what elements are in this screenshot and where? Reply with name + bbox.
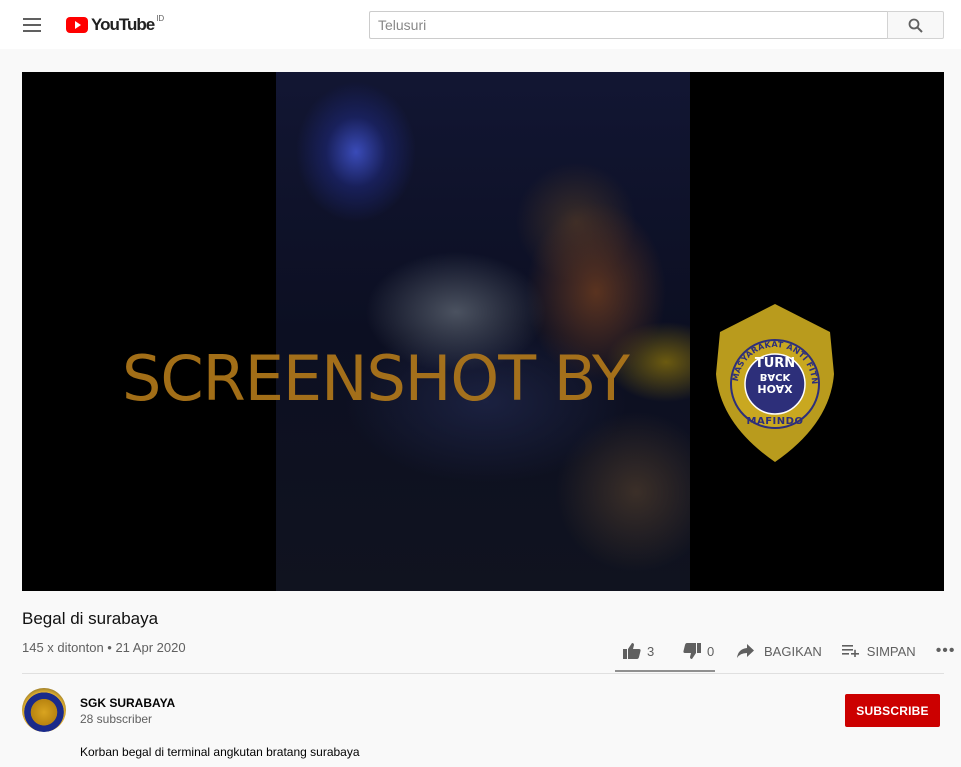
save-label: SIMPAN: [866, 643, 916, 659]
like-count: 3: [647, 643, 655, 659]
hamburger-menu-icon[interactable]: [20, 14, 44, 36]
like-sentiment-bar: [615, 670, 715, 672]
turnbackhoax-badge: MASYARAKAT ANTI FITNAH INDONESIA TURN BA…: [708, 297, 838, 462]
dislike-count: 0: [707, 643, 715, 659]
view-count-date: 145 x ditonton • 21 Apr 2020: [22, 640, 186, 655]
add-to-playlist-icon: [841, 645, 859, 657]
thumbs-down-icon: [683, 643, 701, 659]
thumbs-up-icon: [623, 643, 641, 659]
save-button[interactable]: SIMPAN: [841, 643, 916, 659]
badge-hoax: HOAX: [757, 382, 793, 395]
channel-avatar[interactable]: [22, 688, 66, 732]
badge-mafindo: MAFINDO: [746, 416, 804, 427]
country-code: ID: [156, 13, 165, 23]
action-bar: 3 0 BAGIKAN SIMPAN •••: [615, 636, 956, 666]
badge-back: BACK: [759, 371, 791, 382]
video-frame: [276, 72, 690, 591]
top-bar: YouTube ID: [0, 0, 961, 49]
share-button[interactable]: BAGIKAN: [737, 644, 822, 659]
share-label: BAGIKAN: [764, 643, 822, 659]
youtube-logo[interactable]: YouTube ID: [66, 14, 164, 36]
more-actions-icon[interactable]: •••: [936, 642, 956, 660]
dislike-button[interactable]: 0: [673, 643, 727, 659]
divider: [22, 673, 944, 674]
watermark-text: SCREENSHOT BY: [122, 342, 630, 415]
channel-name[interactable]: SGK SURABAYA: [80, 696, 175, 710]
badge-turn: TURN: [754, 356, 796, 371]
search-icon: [908, 18, 923, 33]
youtube-play-icon: [66, 17, 88, 33]
subscribe-button[interactable]: SUBSCRIBE: [845, 694, 940, 727]
like-button[interactable]: 3: [615, 643, 673, 659]
video-description: Korban begal di terminal angkutan bratan…: [80, 745, 360, 759]
search-button[interactable]: [887, 11, 944, 39]
search-input[interactable]: [369, 11, 887, 39]
badge-center-text: TURN BACK HOAX: [712, 356, 838, 395]
video-title: Begal di surabaya: [22, 609, 159, 628]
share-arrow-icon: [737, 644, 754, 658]
logo-text: YouTube: [91, 15, 155, 34]
subscriber-count: 28 subscriber: [80, 712, 153, 726]
search-bar: [369, 11, 944, 39]
video-player[interactable]: SCREENSHOT BY MASYARAKAT ANTI FITNAH IND…: [22, 72, 944, 591]
